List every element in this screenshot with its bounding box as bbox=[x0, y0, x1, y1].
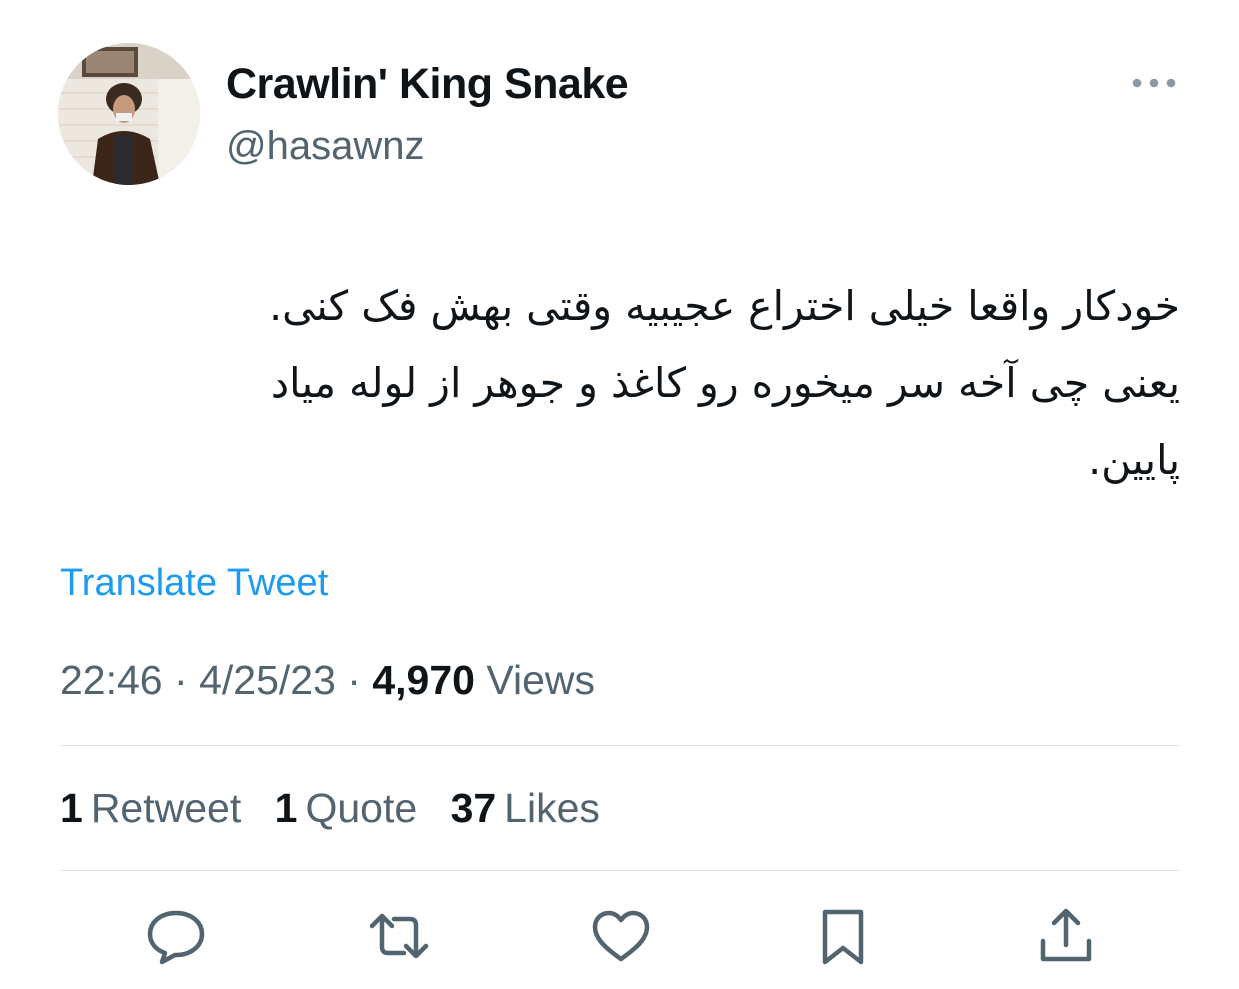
like-icon bbox=[592, 910, 650, 962]
tweet-text-line: یعنی چی آخه سر میخوره رو کاغذ و جوهر از … bbox=[270, 359, 1180, 407]
meta-separator: · bbox=[347, 657, 361, 703]
views-label: Views bbox=[486, 657, 595, 703]
likes-stat[interactable]: 37 Likes bbox=[451, 785, 600, 831]
quotes-count: 1 bbox=[274, 785, 298, 831]
author-display-name[interactable]: Crawlin' King Snake bbox=[226, 60, 629, 109]
retweet-button[interactable] bbox=[368, 905, 430, 967]
quotes-stat[interactable]: 1 Quote bbox=[275, 785, 418, 831]
avatar[interactable] bbox=[58, 43, 200, 185]
bookmark-icon bbox=[822, 909, 864, 965]
bookmark-button[interactable] bbox=[812, 905, 874, 967]
tweet-time[interactable]: 22:46 bbox=[60, 657, 163, 703]
reply-button[interactable] bbox=[145, 905, 207, 967]
reply-icon bbox=[147, 910, 205, 965]
more-options-icon[interactable] bbox=[1128, 68, 1180, 98]
tweet-text: خودکار واقعا خیلی اختراع عجیبیه وقتی بهش… bbox=[60, 268, 1180, 499]
share-button[interactable] bbox=[1035, 905, 1097, 967]
author-handle[interactable]: @hasawnz bbox=[226, 124, 424, 169]
divider bbox=[60, 870, 1180, 871]
quotes-label: Quote bbox=[305, 785, 418, 831]
tweet-text-line: خودکار واقعا خیلی اختراع عجیبیه وقتی بهش… bbox=[269, 282, 1180, 330]
engagement-stats: 1 Retweet 1 Quote 37 Likes bbox=[60, 785, 622, 832]
likes-label: Likes bbox=[504, 785, 600, 831]
retweets-label: Retweet bbox=[90, 785, 242, 831]
translate-tweet-link[interactable]: Translate Tweet bbox=[60, 562, 328, 605]
meta-separator: · bbox=[174, 657, 188, 703]
retweet-icon bbox=[369, 913, 429, 959]
retweets-stat[interactable]: 1 Retweet bbox=[60, 785, 241, 831]
tweet-meta: 22:46 · 4/25/23 · 4,970 Views bbox=[60, 657, 595, 704]
avatar-photo bbox=[58, 43, 200, 185]
like-button[interactable] bbox=[590, 905, 652, 967]
likes-count: 37 bbox=[450, 785, 497, 831]
tweet-text-line: پایین. bbox=[1088, 436, 1180, 484]
retweets-count: 1 bbox=[60, 785, 83, 831]
divider bbox=[60, 745, 1180, 746]
views-count: 4,970 bbox=[372, 657, 475, 703]
share-icon bbox=[1040, 908, 1092, 962]
tweet-date[interactable]: 4/25/23 bbox=[199, 657, 336, 703]
